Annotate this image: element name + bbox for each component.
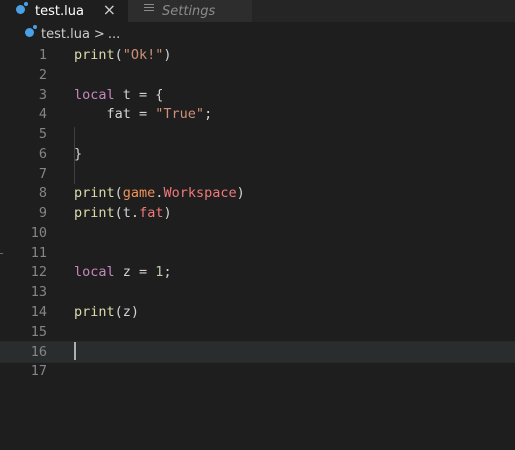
code-line[interactable]: 16 <box>0 341 515 364</box>
line-number: 15 <box>30 323 47 340</box>
code-line[interactable]: 7 <box>0 164 515 184</box>
close-icon[interactable]: × <box>103 0 116 22</box>
code-token: print <box>74 205 115 221</box>
line-number: 3 <box>38 86 47 103</box>
lua-file-icon <box>25 24 37 37</box>
code-text: fat = "True"; <box>74 104 213 124</box>
code-token: z <box>122 303 131 320</box>
code-token: ) <box>130 303 140 320</box>
code-line[interactable]: 6} <box>0 144 515 164</box>
code-line[interactable]: 15 <box>0 322 515 342</box>
tab-label: test.lua <box>35 3 84 19</box>
line-number: 5 <box>38 126 47 142</box>
code-token: Workspace <box>163 185 237 202</box>
code-token: print <box>74 185 115 202</box>
code-token: z <box>114 264 140 281</box>
code-token: "True" <box>155 106 205 123</box>
gutter-marker <box>0 253 3 254</box>
indent-guide <box>74 127 75 184</box>
line-number: 16 <box>30 344 47 361</box>
code-line[interactable]: 9 print(t.fat) <box>0 203 515 223</box>
code-token: ( <box>114 47 123 63</box>
line-number: 4 <box>38 106 47 123</box>
line-number: 14 <box>30 303 47 320</box>
code-token: ) <box>163 205 172 221</box>
code-line[interactable]: 12 local z = 1; <box>0 262 515 282</box>
code-token: fat <box>139 205 164 221</box>
code-editor[interactable]: 17 16 15 14 print(z) 13 12 local z = 1; 11 10 9 pri… <box>0 44 515 450</box>
code-token: ) <box>236 185 245 202</box>
tab-bar: test.lua × Settings <box>0 0 515 22</box>
chevron-right-icon: > <box>93 26 105 42</box>
code-token: } <box>74 145 83 162</box>
code-token: . <box>130 205 140 221</box>
code-token: game <box>122 185 156 202</box>
code-token: = <box>139 264 156 281</box>
settings-icon <box>144 3 154 13</box>
code-line[interactable]: 10 <box>0 223 515 243</box>
editor-window: test.lua × Settings test.lua > ... 17 16 1… <box>0 0 515 450</box>
breadcrumb-file[interactable]: test.lua <box>41 27 90 42</box>
line-number: 10 <box>30 224 47 241</box>
lua-file-icon <box>16 1 28 14</box>
line-number: 7 <box>38 165 47 182</box>
code-token: ) <box>163 47 172 63</box>
code-line[interactable]: 4 fat = "True"; <box>0 104 515 124</box>
line-number: 11 <box>30 244 47 261</box>
code-text: } <box>74 144 82 164</box>
code-token: print <box>74 303 115 320</box>
code-token: ( <box>114 205 123 221</box>
tab-settings[interactable]: Settings <box>128 0 252 22</box>
line-number: 8 <box>38 185 47 202</box>
code-token: print <box>74 47 115 63</box>
code-token: ( <box>114 303 123 320</box>
code-line[interactable]: 3 local t = { <box>0 85 515 105</box>
code-text: print(t.fat) <box>74 203 172 223</box>
line-number: 1 <box>38 47 47 63</box>
code-text: local z = 1; <box>74 262 172 282</box>
code-text: print(z) <box>74 302 139 322</box>
code-token: t <box>114 86 140 103</box>
breadcrumb: test.lua > ... <box>0 22 515 46</box>
code-token: t <box>122 205 131 221</box>
code-line[interactable]: 5 <box>0 124 515 144</box>
code-token: = { <box>139 86 164 103</box>
code-line[interactable]: 2 <box>0 65 515 85</box>
code-token: ; <box>163 264 172 281</box>
code-text: print(game.Workspace) <box>74 183 245 203</box>
code-line[interactable]: 17 <box>0 361 515 381</box>
text-cursor <box>74 342 76 360</box>
code-line[interactable]: 13 <box>0 282 515 302</box>
line-number: 13 <box>30 284 47 300</box>
code-token: "Ok!" <box>122 47 164 63</box>
code-token: ( <box>114 185 123 202</box>
code-text: print("Ok!") <box>74 45 172 65</box>
line-number: 12 <box>30 264 47 281</box>
line-number: 9 <box>38 205 47 221</box>
tab-test-lua[interactable]: test.lua × <box>0 0 128 22</box>
code-token: local <box>74 86 115 103</box>
code-token: = <box>139 106 156 123</box>
line-number: 6 <box>38 145 47 162</box>
code-line[interactable]: 1 print("Ok!") <box>0 45 515 65</box>
code-token: fat <box>74 106 140 123</box>
code-token: ; <box>204 106 213 123</box>
code-line[interactable]: 8 print(game.Workspace) <box>0 183 515 203</box>
line-number: 2 <box>38 66 47 83</box>
code-token: local <box>74 264 115 281</box>
code-text: local t = { <box>74 85 163 105</box>
code-line[interactable]: 11 <box>0 243 515 263</box>
tab-label: Settings <box>162 3 216 19</box>
code-line[interactable]: 14 print(z) <box>0 302 515 322</box>
line-number: 17 <box>30 363 47 379</box>
breadcrumb-more[interactable]: ... <box>108 27 120 42</box>
